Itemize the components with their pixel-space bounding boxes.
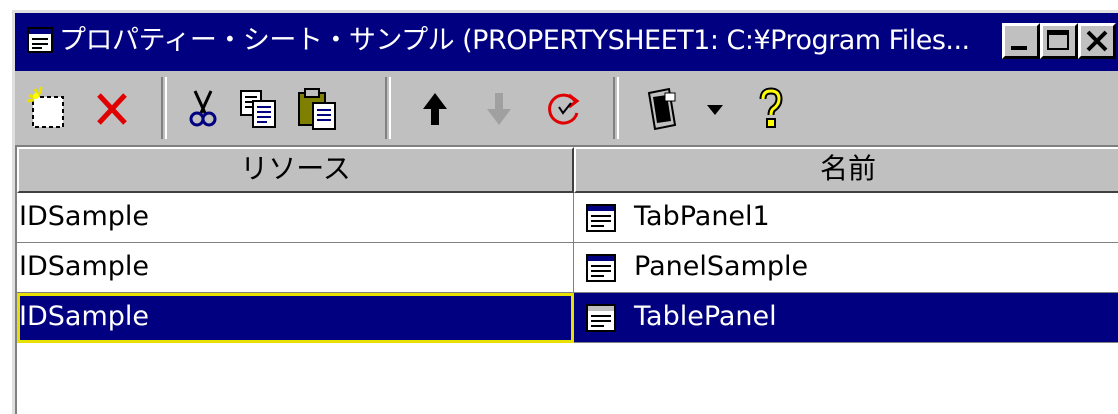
- column-header-name[interactable]: 名前: [574, 147, 1118, 193]
- property-sheet-window: プロパティー・シート・サンプル (PROPERTYSHEET1: C:¥Prog…: [12, 10, 1118, 414]
- name-cell[interactable]: PanelSample: [574, 243, 1118, 293]
- toolbar-separator: [385, 77, 391, 139]
- close-button[interactable]: [1078, 23, 1116, 59]
- table-row[interactable]: IDSample TabPanel1: [17, 193, 1118, 243]
- column-header-resource[interactable]: リソース: [17, 147, 574, 193]
- properties-icon: [647, 87, 677, 131]
- new-button[interactable]: [23, 83, 75, 135]
- panel-icon: [586, 254, 616, 282]
- name-label: PanelSample: [634, 251, 809, 282]
- name-cell[interactable]: TabPanel1: [574, 193, 1118, 243]
- close-icon: [1086, 30, 1108, 52]
- toolbar: [15, 71, 1118, 145]
- minimize-icon: [1011, 46, 1027, 50]
- toolbar-separator: [613, 77, 619, 139]
- cut-icon: [189, 90, 217, 127]
- refresh-icon: [548, 93, 580, 125]
- resource-cell[interactable]: IDSample: [17, 293, 574, 343]
- refresh-button[interactable]: [537, 83, 589, 135]
- properties-dropdown-button[interactable]: [695, 83, 735, 135]
- dropdown-arrow-icon: [707, 105, 723, 115]
- paste-button[interactable]: [291, 83, 343, 135]
- minimize-button[interactable]: [1002, 23, 1040, 59]
- table-row[interactable]: IDSample PanelSample: [17, 243, 1118, 293]
- delete-button[interactable]: [87, 83, 139, 135]
- resource-cell[interactable]: IDSample: [17, 193, 574, 243]
- table-row-selected[interactable]: IDSample TablePanel: [17, 293, 1118, 343]
- name-label: TabPanel1: [634, 201, 770, 232]
- maximize-icon: [1047, 30, 1069, 50]
- move-up-button[interactable]: [409, 83, 461, 135]
- copy-icon: [240, 90, 276, 128]
- toolbar-separator: [161, 77, 167, 139]
- cut-button[interactable]: [177, 83, 229, 135]
- delete-icon: [97, 93, 127, 125]
- window-icon: [27, 27, 53, 53]
- copy-button[interactable]: [233, 83, 285, 135]
- name-cell[interactable]: TablePanel: [574, 293, 1118, 343]
- maximize-button[interactable]: [1040, 23, 1078, 59]
- paste-icon: [298, 88, 336, 130]
- window-title: プロパティー・シート・サンプル (PROPERTYSHEET1: C:¥Prog…: [59, 25, 970, 56]
- resource-cell[interactable]: IDSample: [17, 243, 574, 293]
- properties-button[interactable]: [635, 83, 687, 135]
- help-icon: [759, 87, 783, 128]
- name-label: TablePanel: [634, 301, 777, 332]
- title-bar[interactable]: プロパティー・シート・サンプル (PROPERTYSHEET1: C:¥Prog…: [15, 13, 1118, 71]
- move-down-icon: [487, 93, 511, 125]
- panel-icon: [586, 304, 616, 332]
- move-up-icon: [423, 93, 447, 125]
- panel-icon: [586, 204, 616, 232]
- resource-table: リソース 名前 IDSample TabPanel1 IDSample Pane…: [15, 145, 1118, 414]
- move-down-button[interactable]: [473, 83, 525, 135]
- help-button[interactable]: [745, 83, 797, 135]
- new-icon: [26, 86, 64, 128]
